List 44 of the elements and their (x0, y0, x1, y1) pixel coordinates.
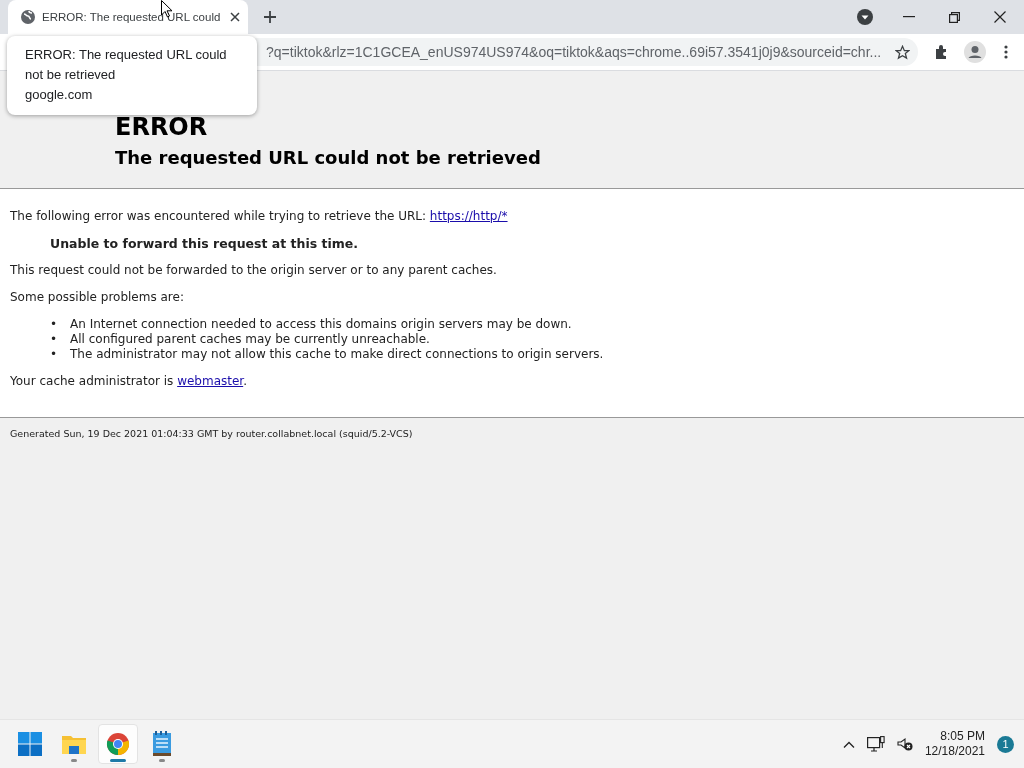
tab-search-icon[interactable] (857, 9, 873, 25)
footer-text: Generated Sun, 19 Dec 2021 01:04:33 GMT by router.collabnet.local (squid/5.2-VCS) (9, 427, 414, 441)
close-icon[interactable] (230, 12, 240, 22)
bullet: • (50, 332, 56, 347)
globe-icon (20, 9, 36, 25)
intro-text: The following error was encountered while trying to retrieve the URL: https://http/* (10, 209, 509, 224)
explanation-text: This request could not be forwarded to the origin server or to any parent caches. (10, 263, 498, 278)
clock-time: 8:05 PM (940, 729, 985, 744)
minimize-icon[interactable] (903, 16, 915, 18)
bullet: • (50, 317, 56, 332)
taskbar-app[interactable] (98, 724, 138, 764)
url-link[interactable]: https://http/* (429, 209, 508, 223)
menu-icon[interactable] (1004, 45, 1008, 59)
windows-logo-icon (18, 732, 42, 756)
running-indicator (110, 759, 126, 762)
admin-text: Your cache administrator is webmaster. (10, 374, 248, 389)
speaker-muted-icon[interactable] (896, 737, 913, 751)
running-indicator (159, 759, 165, 762)
close-icon[interactable] (994, 11, 1006, 23)
network-icon[interactable] (866, 736, 885, 752)
problems-label: Some possible problems are: (10, 290, 185, 305)
profile-icon[interactable] (964, 41, 986, 63)
restore-icon[interactable] (949, 11, 960, 23)
new-tab-icon[interactable] (263, 10, 277, 24)
tab-title: ERROR: The requested URL could (42, 11, 222, 23)
star-icon[interactable] (895, 44, 910, 60)
problem-item: The administrator may not allow this cache to make direct connections to origin servers. (70, 347, 604, 362)
tooltip-domain: google.com (25, 86, 94, 104)
running-indicator (71, 759, 77, 762)
error-subheading: The requested URL could not be retrieved (115, 147, 542, 168)
webmaster-link[interactable]: webmaster (177, 374, 244, 388)
chrome-icon (106, 732, 130, 756)
problem-item: An Internet connection needed to access this domains origin servers may be down. (70, 317, 572, 332)
problem-item: All configured parent caches may be currently unreachable. (70, 332, 430, 347)
browser-tab[interactable]: ERROR: The requested URL could (8, 0, 248, 34)
error-heading: ERROR (115, 113, 209, 141)
chevron-up-icon[interactable] (842, 740, 855, 748)
url-text: ?q=tiktok&rlz=1C1GCEA_enUS974US974&oq=tiktok&aqs=chrome..69i57.3541j0j9&sourceid=chr... (266, 44, 883, 60)
notification-badge[interactable]: 1 (997, 735, 1014, 753)
error-message: Unable to forward this request at this time. (50, 236, 359, 251)
clock-date: 12/18/2021 (924, 744, 985, 759)
bullet: • (50, 347, 56, 362)
folder-icon (61, 733, 87, 755)
notepad-icon (152, 731, 172, 757)
